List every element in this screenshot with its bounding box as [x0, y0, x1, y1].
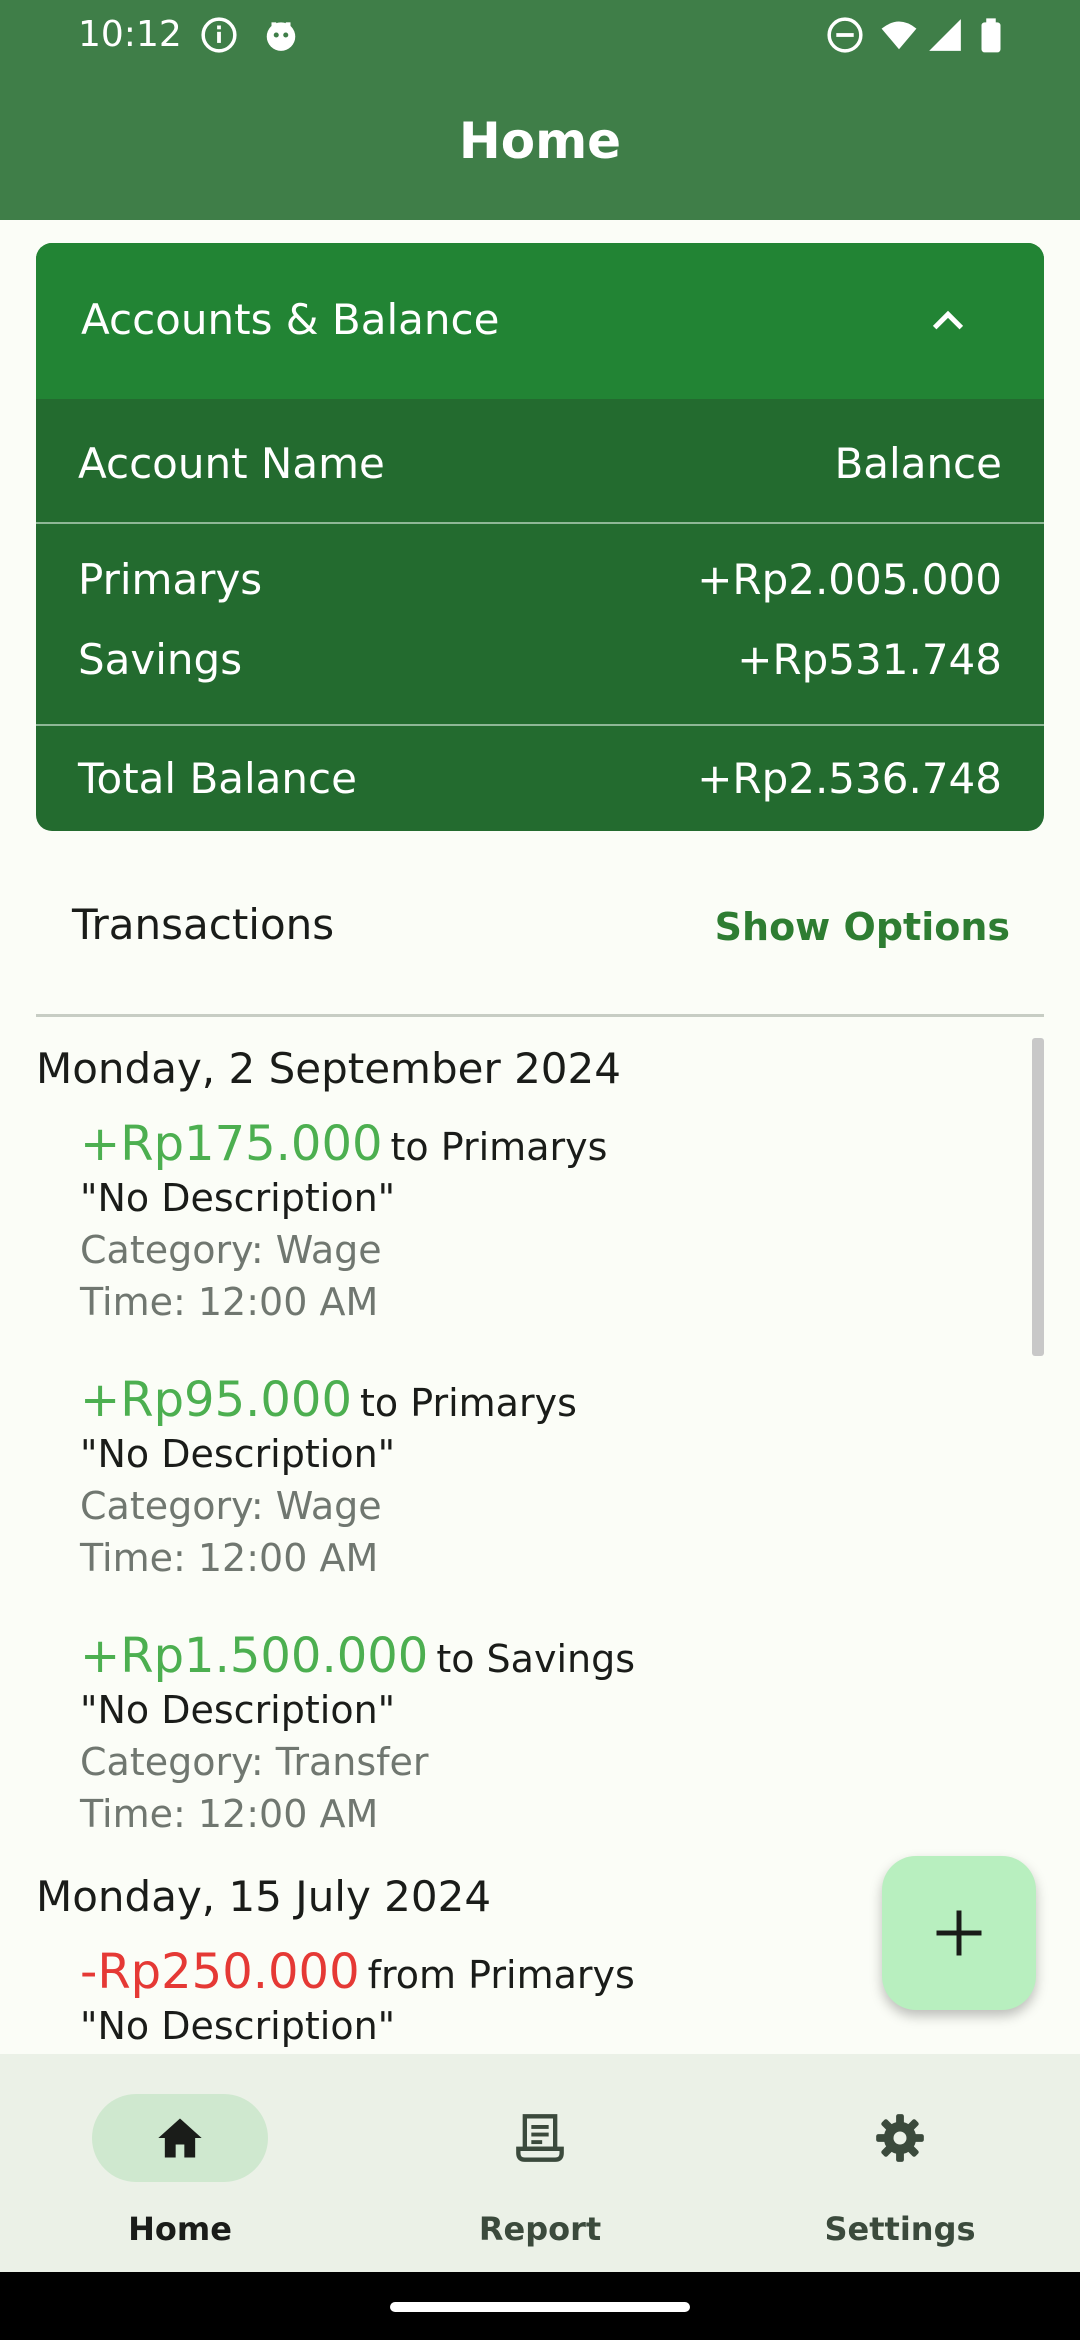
app-notification-icon [266, 22, 296, 51]
status-time: 10:12 [78, 14, 182, 55]
transaction-category: Category: Wage [80, 1484, 382, 1528]
total-balance-row: Total Balance +Rp2.536.748 [36, 728, 1044, 828]
total-balance-value: +Rp2.536.748 [697, 754, 1002, 803]
account-row: Savings +Rp531.748 [36, 625, 1044, 695]
accounts-panel-header[interactable]: Accounts & Balance [36, 243, 1044, 399]
transaction-account: from Primarys [367, 1953, 635, 1997]
balance-header: Balance [834, 439, 1002, 488]
account-name: Primarys [78, 555, 263, 604]
transactions-divider [36, 1014, 1044, 1017]
transaction-amount: +Rp1.500.000 [80, 1628, 429, 1684]
show-options-button[interactable]: Show Options [715, 905, 1010, 949]
accounts-panel-title: Accounts & Balance [81, 295, 500, 344]
transactions-title: Transactions [72, 900, 335, 949]
account-row: Primarys +Rp2.005.000 [36, 545, 1044, 615]
nav-label: Settings [824, 2210, 976, 2248]
status-bar: 10:12 [0, 0, 1080, 70]
transaction-description: "No Description" [80, 2004, 396, 2048]
accounts-balance-card: Accounts & Balance Account Name Balance … [36, 243, 1044, 831]
nav-settings[interactable]: Settings [720, 2054, 1080, 2272]
gesture-handle[interactable] [390, 2302, 690, 2312]
account-name: Savings [78, 635, 243, 684]
account-balance: +Rp2.005.000 [697, 555, 1002, 604]
add-transaction-button[interactable] [882, 1856, 1036, 2010]
transaction-description: "No Description" [80, 1176, 396, 1220]
list-scrollbar[interactable] [1032, 1038, 1044, 1356]
transaction-item[interactable]: +Rp175.000 to Primarys "No Description" C… [80, 1116, 607, 1328]
nav-home[interactable]: Home [0, 2054, 360, 2272]
transaction-description: "No Description" [80, 1432, 396, 1476]
top-app-bar: 10:12 Home [0, 0, 1080, 220]
date-header: Monday, 15 July 2024 [36, 1872, 492, 1921]
transaction-item[interactable]: +Rp1.500.000 to Savings "No Description" … [80, 1628, 635, 1840]
account-name-header: Account Name [78, 439, 385, 488]
transaction-time: Time: 12:00 AM [80, 1536, 379, 1580]
transaction-item[interactable]: -Rp250.000 from Primarys "No Description" [80, 1944, 635, 2050]
cellular-signal-icon [929, 19, 961, 51]
transaction-account: to Primarys [360, 1381, 577, 1425]
transaction-category: Category: Transfer [80, 1740, 429, 1784]
transaction-category: Category: Wage [80, 1228, 382, 1272]
battery-icon [981, 18, 1001, 53]
transaction-amount: +Rp175.000 [80, 1116, 383, 1172]
wifi-icon [881, 21, 917, 50]
transaction-time: Time: 12:00 AM [80, 1280, 379, 1324]
total-divider [36, 724, 1044, 726]
transaction-amount: +Rp95.000 [80, 1372, 352, 1428]
do-not-disturb-icon [827, 17, 863, 53]
plus-icon [936, 1910, 982, 1956]
info-icon [201, 17, 237, 53]
transaction-account: to Primarys [390, 1125, 608, 1169]
transaction-description: "No Description" [80, 1688, 396, 1732]
chevron-up-icon[interactable] [928, 301, 968, 341]
nav-report[interactable]: Report [360, 2054, 720, 2272]
bottom-navigation: Home Report Settings [0, 2054, 1080, 2272]
home-icon [158, 2118, 202, 2158]
transaction-account: to Savings [436, 1637, 636, 1681]
nav-label: Report [478, 2210, 602, 2248]
transaction-time: Time: 12:00 AM [80, 1792, 379, 1836]
total-balance-label: Total Balance [78, 754, 357, 803]
nav-label: Home [128, 2210, 232, 2248]
transaction-amount: -Rp250.000 [80, 1944, 360, 2000]
transaction-item[interactable]: +Rp95.000 to Primarys "No Description" Ca… [80, 1372, 577, 1584]
report-icon [516, 2114, 564, 2162]
accounts-table-header: Account Name Balance [36, 399, 1044, 524]
date-header: Monday, 2 September 2024 [36, 1044, 621, 1093]
gesture-navigation-bar [0, 2272, 1080, 2340]
account-balance: +Rp531.748 [737, 635, 1002, 684]
gear-icon [876, 2114, 924, 2162]
page-title: Home [458, 112, 622, 170]
